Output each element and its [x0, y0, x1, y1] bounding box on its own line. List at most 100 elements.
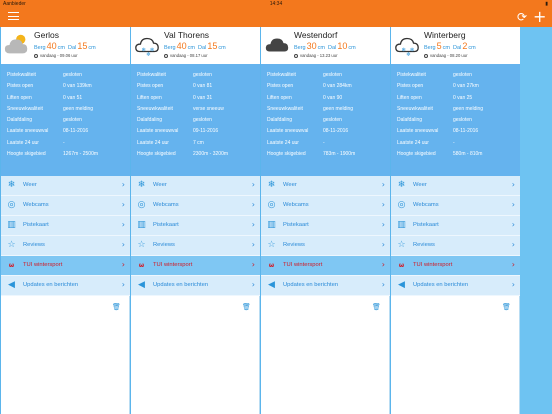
info-label: Hoogte skigebied [7, 151, 46, 158]
info-row: Liften open 0 van 31 [137, 95, 260, 106]
megaphone-icon: ◀ [268, 280, 275, 290]
info-value: 0 van 25 [453, 94, 473, 101]
nav-updates[interactable]: ◀ Updates en berichten › [261, 276, 390, 296]
info-label: Laatste 24 uur [397, 139, 429, 146]
info-label: Laatste 24 uur [137, 139, 169, 146]
info-row: Sneeuwkwaliteit geen melding [7, 106, 130, 117]
nav-tui-wintersport[interactable]: ѡ TUI wintersport › [131, 256, 260, 276]
nav-updates[interactable]: ◀ Updates en berichten › [131, 276, 260, 296]
nav-label: Webcams [413, 202, 439, 208]
nav-tui-wintersport[interactable]: ѡ TUI wintersport › [1, 256, 130, 276]
nav-label: Updates en berichten [153, 282, 209, 288]
trash-icon[interactable]: 🗑 [372, 303, 381, 311]
dal-value: 15 [207, 41, 218, 51]
info-value: 09-11-2016 [193, 128, 219, 135]
nav-webcams[interactable]: ◎ Webcams › [131, 196, 260, 216]
info-label: Pistekwaliteit [267, 72, 296, 78]
info-row: Hoogte skigebied 783m - 1900m [267, 151, 390, 162]
nav-updates[interactable]: ◀ Updates en berichten › [1, 276, 130, 296]
refresh-small-icon [34, 53, 38, 58]
updated-text: vandaag - 08.20 uur [430, 53, 468, 58]
chevron-right-icon: › [251, 180, 255, 189]
info-row: Pistes open 0 van 284km [267, 83, 390, 94]
info-label: Sneeuwkwaliteit [397, 105, 433, 112]
info-label: Liften open [267, 94, 292, 101]
map-icon: ▥ [7, 220, 16, 230]
nav-webcams[interactable]: ◎ Webcams › [261, 196, 390, 216]
nav-tui-wintersport[interactable]: ѡ TUI wintersport › [391, 256, 520, 276]
resort-card: ❄ ❄ ❄ Winterberg Berg5cm Dal2cm vandaag - 08.… [391, 27, 520, 414]
cloud-icon [263, 31, 291, 59]
info-row: Liften open 0 van 25 [397, 95, 520, 106]
nav-piste-map[interactable]: ▥ Pistekaart › [131, 216, 260, 236]
info-value: 08-11-2016 [323, 128, 349, 135]
resort-header[interactable]: Westendorf Berg30cm Dal10cm vandaag - 13.2… [261, 27, 390, 64]
snowflake-icon: ❄ [397, 180, 406, 190]
nav-reviews[interactable]: ☆ Reviews › [261, 236, 390, 256]
webcam-icon: ◎ [7, 200, 16, 210]
chevron-right-icon: › [251, 280, 255, 289]
chevron-right-icon: › [511, 200, 515, 209]
nav-webcams[interactable]: ◎ Webcams › [391, 196, 520, 216]
info-value: geen melding [323, 105, 354, 112]
info-value: 0 van 81 [193, 83, 213, 90]
nav-weather[interactable]: ❄ Weer › [1, 176, 130, 196]
berg-label: Berg [424, 45, 436, 51]
nav-label: Reviews [413, 242, 435, 248]
info-row: Pistekwaliteit gesloten [137, 72, 260, 83]
nav-label: Weer [413, 182, 427, 188]
add-resort-icon[interactable]: + [533, 8, 546, 25]
tui-logo-icon: ѡ [398, 262, 405, 269]
hamburger-menu-icon[interactable] [8, 12, 19, 22]
nav-piste-map[interactable]: ▥ Pistekaart › [1, 216, 130, 236]
info-label: Hoogte skigebied [397, 151, 436, 158]
nav-updates[interactable]: ◀ Updates en berichten › [391, 276, 520, 296]
resort-card: ❄ ❄ ❄ Val Thorens Berg40cm Dal15cm vandaag - … [131, 27, 260, 414]
nav-reviews[interactable]: ☆ Reviews › [1, 236, 130, 256]
nav-label: Weer [153, 182, 167, 188]
info-value: - [323, 139, 325, 146]
nav-reviews[interactable]: ☆ Reviews › [391, 236, 520, 256]
chevron-right-icon: › [251, 200, 255, 209]
nav-reviews[interactable]: ☆ Reviews › [131, 236, 260, 256]
nav-weather[interactable]: ❄ Weer › [131, 176, 260, 196]
trash-icon[interactable]: 🗑 [242, 303, 251, 311]
nav-weather[interactable]: ❄ Weer › [261, 176, 390, 196]
trash-icon[interactable]: 🗑 [502, 303, 511, 311]
info-label: Pistes open [267, 83, 294, 90]
info-value: gesloten [453, 72, 472, 78]
snowflake-icon: ❄ [7, 180, 16, 190]
info-value: 0 van 284km [323, 83, 352, 90]
info-label: Pistes open [137, 83, 164, 90]
trash-icon[interactable]: 🗑 [112, 303, 121, 311]
nav-tui-wintersport[interactable]: ѡ TUI wintersport › [261, 256, 390, 276]
nav-piste-map[interactable]: ▥ Pistekaart › [391, 216, 520, 236]
info-row: Laatste sneeuwval 08-11-2016 [267, 128, 390, 139]
snow-depth: Berg5cm Dal2cm [424, 41, 476, 51]
refresh-icon[interactable]: ⟳ [517, 10, 527, 24]
resort-card: Gerlos Berg40cm Dal15cm vandaag - 09.06 uu… [1, 27, 130, 414]
unit-label: cm [187, 45, 195, 51]
info-value: 0 van 51 [63, 94, 83, 101]
info-label: Hoogte skigebied [137, 151, 176, 158]
resort-header[interactable]: ❄ ❄ ❄ Val Thorens Berg40cm Dal15cm vandaag - … [131, 27, 260, 64]
resort-header[interactable]: Gerlos Berg40cm Dal15cm vandaag - 09.06 uu… [1, 27, 130, 64]
info-value: - [63, 139, 65, 146]
nav-weather[interactable]: ❄ Weer › [391, 176, 520, 196]
resort-header[interactable]: ❄ ❄ ❄ Winterberg Berg5cm Dal2cm vandaag - 08.… [391, 27, 520, 64]
svg-text:❄: ❄ [150, 47, 155, 54]
info-value: gesloten [63, 117, 82, 124]
nav-label: Weer [23, 182, 37, 188]
refresh-small-icon [294, 53, 298, 58]
info-label: Laatste sneeuwval [7, 128, 49, 135]
info-label: Pistekwaliteit [7, 72, 36, 78]
chevron-right-icon: › [511, 280, 515, 289]
empty-column-area [520, 27, 552, 414]
webcam-icon: ◎ [137, 200, 146, 210]
info-row: Laatste 24 uur 7 cm [137, 140, 260, 151]
info-value: 783m - 1900m [323, 151, 356, 158]
nav-webcams[interactable]: ◎ Webcams › [1, 196, 130, 216]
dal-label: Dal [328, 45, 337, 51]
last-updated: vandaag - 13.23 uur [294, 53, 337, 58]
nav-piste-map[interactable]: ▥ Pistekaart › [261, 216, 390, 236]
